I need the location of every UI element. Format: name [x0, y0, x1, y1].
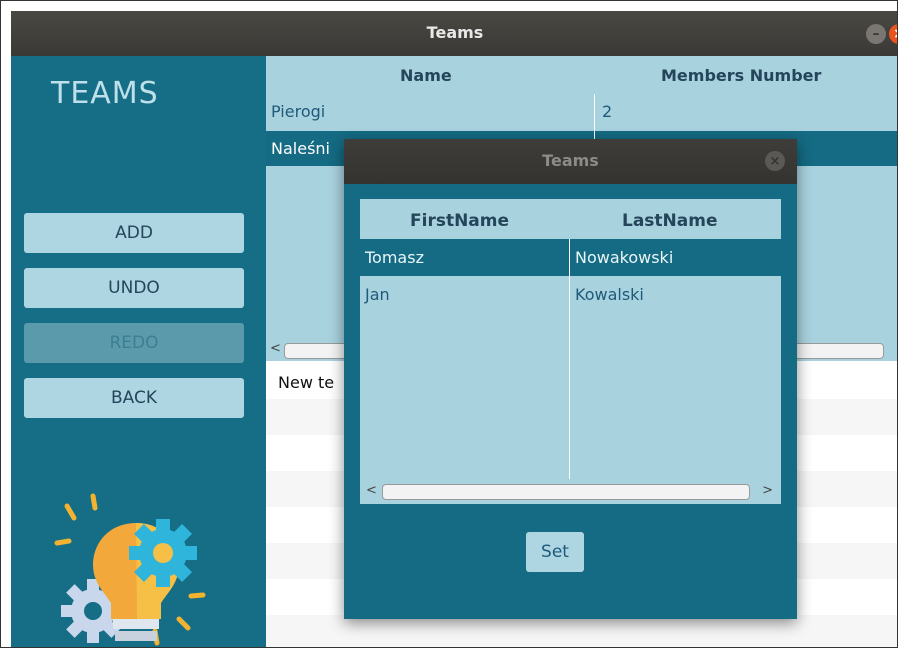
lastname-cell: Kowalski [575, 285, 644, 304]
new-team-name-field[interactable]: New te [278, 373, 334, 392]
teams-table-header: Name Members Number [266, 56, 897, 94]
app-frame: Teams – × TEAMS ADD UNDO REDO BACK [0, 0, 898, 648]
column-header-firstname[interactable]: FirstName [410, 211, 509, 231]
lastname-cell: Nowakowski [575, 248, 674, 267]
scroll-left-icon[interactable]: < [366, 483, 377, 498]
set-button[interactable]: Set [526, 532, 584, 572]
column-header-name[interactable]: Name [400, 66, 452, 85]
scrollbar-thumb[interactable] [382, 484, 750, 500]
minimize-icon[interactable]: – [866, 24, 886, 44]
scroll-right-icon[interactable]: > [762, 483, 773, 498]
table-row[interactable]: Pierogi 2 [266, 94, 897, 129]
column-divider [569, 239, 570, 479]
scroll-left-icon[interactable]: < [270, 341, 281, 356]
table-row[interactable]: Jan Kowalski [360, 276, 781, 313]
dialog-titlebar[interactable]: Teams × [344, 139, 797, 184]
add-button[interactable]: ADD [24, 213, 244, 253]
undo-button[interactable]: UNDO [24, 268, 244, 308]
app-title: TEAMS [51, 76, 159, 111]
dialog-title: Teams [542, 151, 599, 170]
sidebar: TEAMS ADD UNDO REDO BACK [11, 56, 266, 647]
list-row [266, 615, 897, 647]
firstname-cell: Tomasz [365, 248, 424, 267]
dialog-close-icon[interactable]: × [765, 151, 785, 171]
window-title: Teams [426, 23, 484, 42]
team-name-cell: Pierogi [271, 102, 326, 121]
members-number-cell: 2 [602, 102, 613, 121]
members-table[interactable]: FirstName LastName Tomasz Nowakowski Jan… [360, 199, 781, 504]
window-titlebar[interactable]: Teams – × [11, 11, 897, 56]
table-row-selected[interactable]: Tomasz Nowakowski [360, 239, 781, 276]
back-button[interactable]: BACK [24, 378, 244, 418]
column-header-lastname[interactable]: LastName [622, 211, 718, 231]
team-name-cell: Naleśni [271, 139, 330, 158]
firstname-cell: Jan [365, 285, 390, 304]
redo-button[interactable]: REDO [24, 323, 244, 363]
lightbulb-gears-icon [54, 493, 206, 646]
team-members-dialog: Teams × FirstName LastName Tomasz Nowako… [344, 139, 797, 619]
column-header-members-number[interactable]: Members Number [661, 66, 821, 85]
members-table-scrollbar[interactable]: < > [360, 479, 781, 504]
